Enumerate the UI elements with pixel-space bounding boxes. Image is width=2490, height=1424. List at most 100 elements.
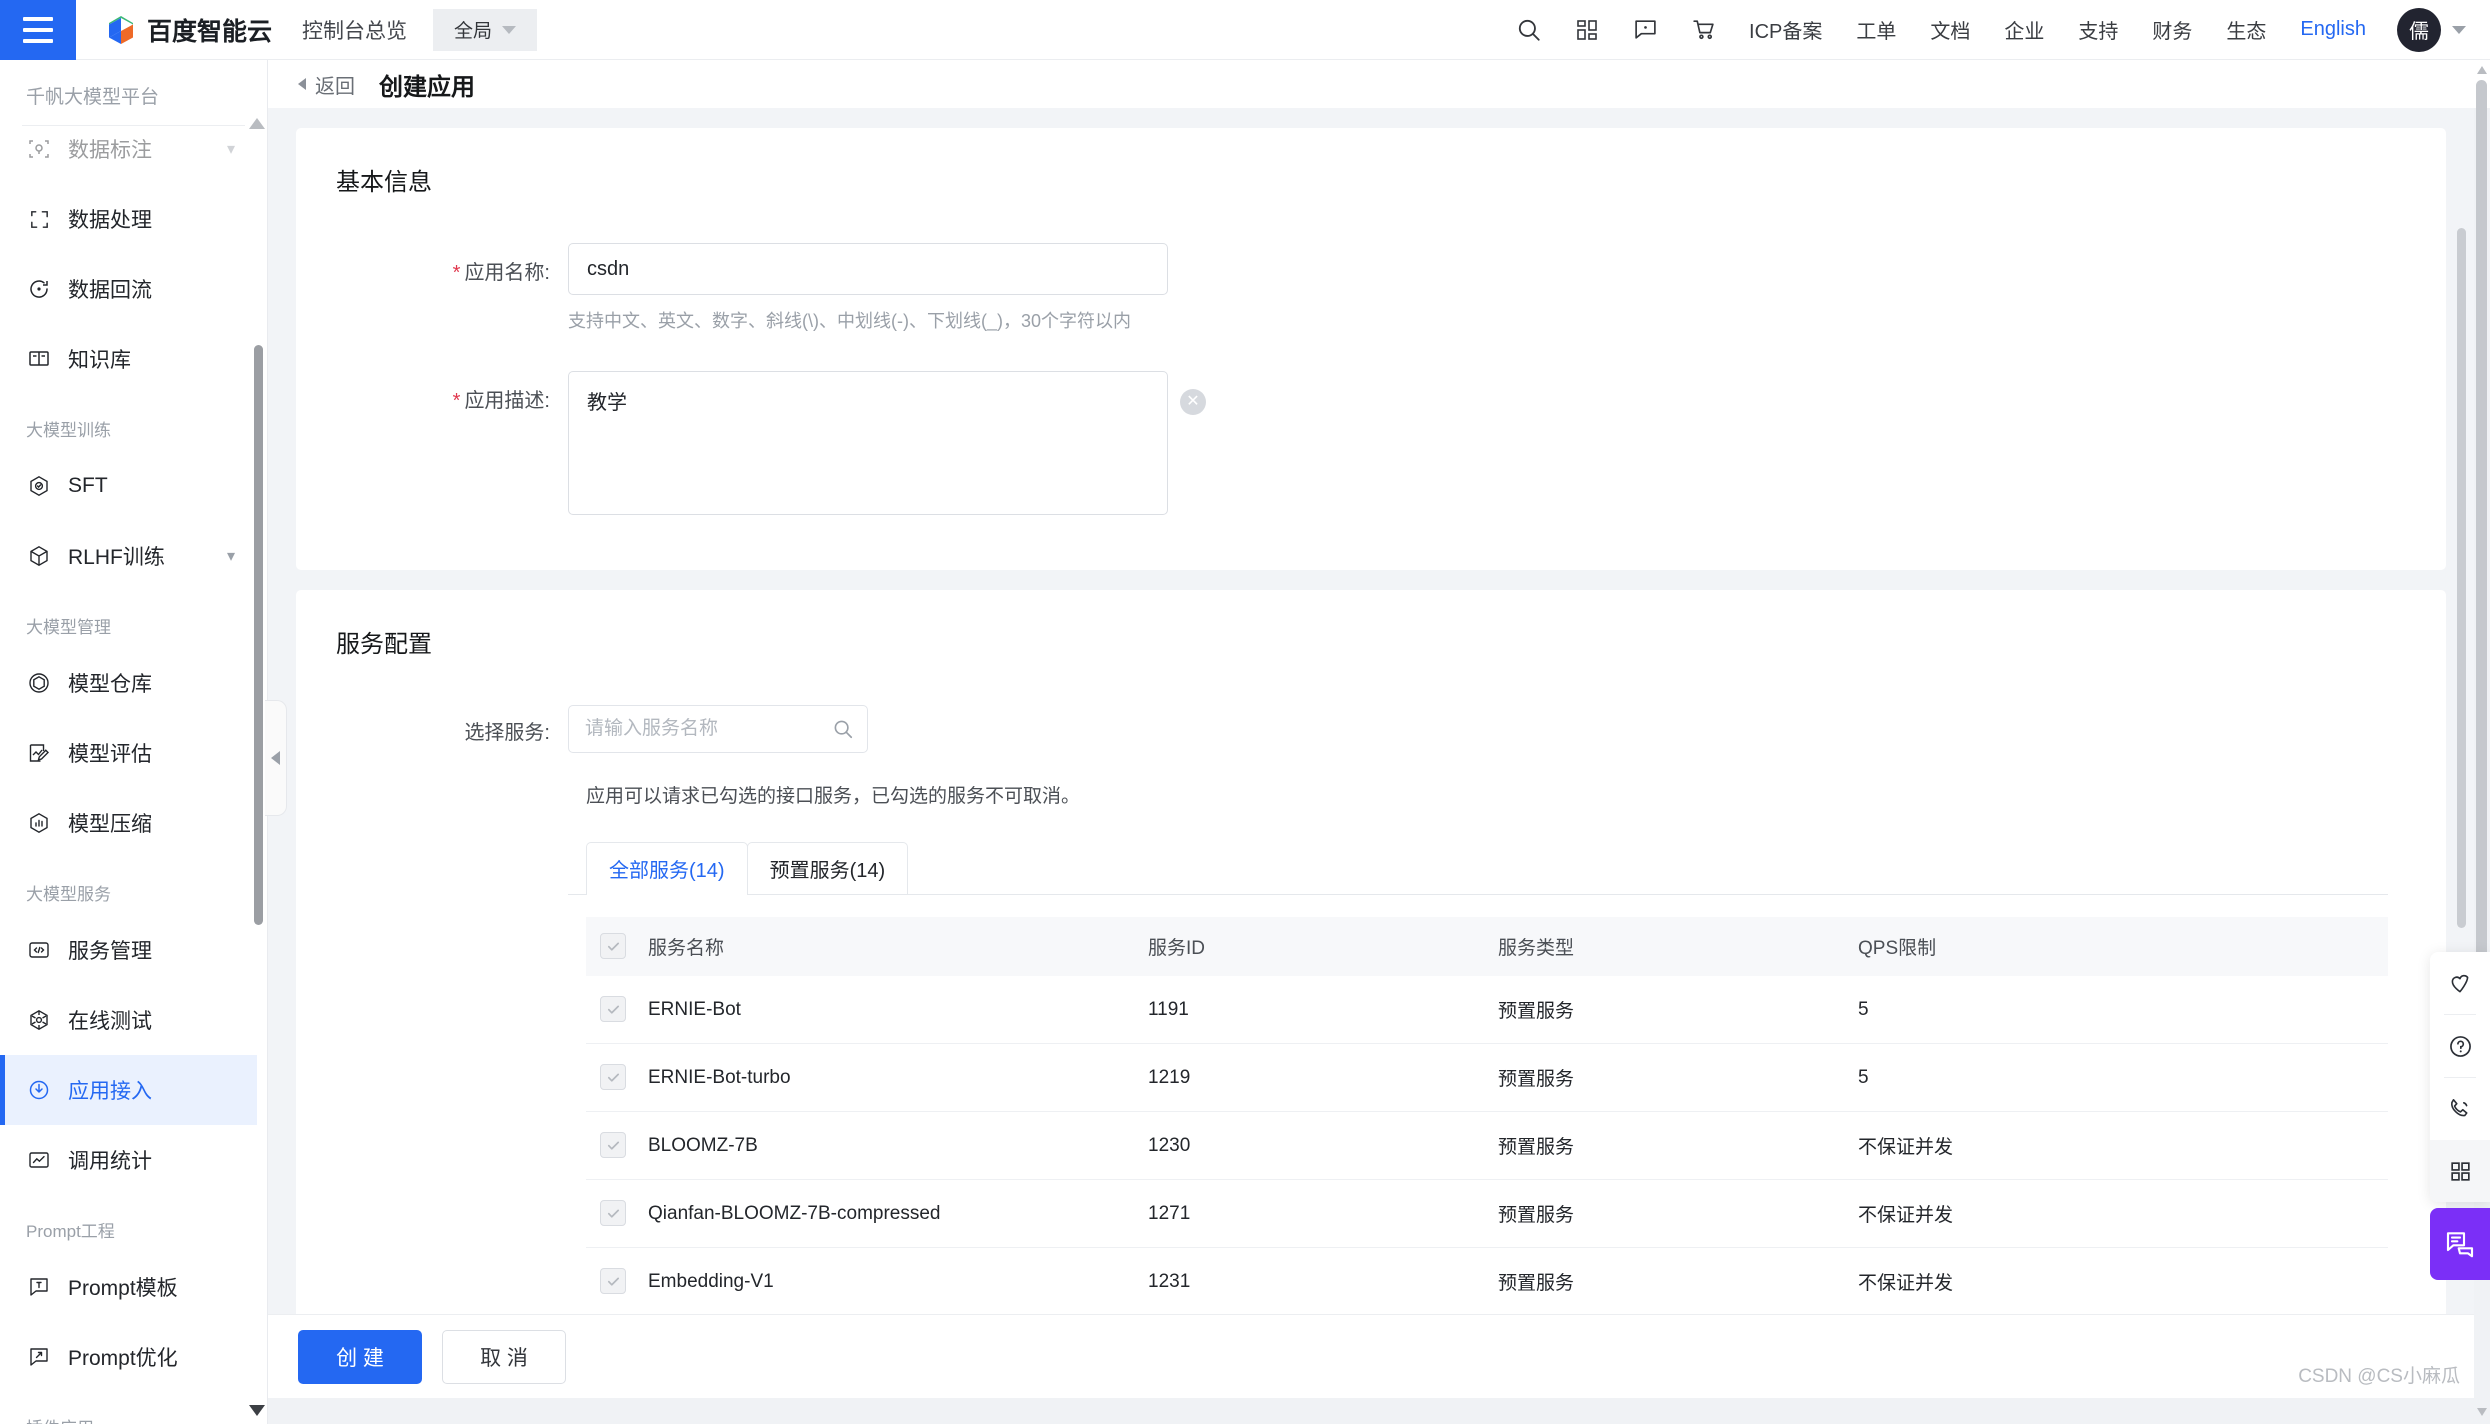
sidebar-item-model-compression[interactable]: 模型压缩 — [0, 788, 257, 858]
scope-dropdown[interactable]: 全局 — [433, 8, 538, 51]
chevron-down-icon[interactable]: ▾ — [227, 139, 235, 159]
app-name-hint: 支持中文、英文、数字、斜线(\)、中划线(-)、下划线(_)，30个字符以内 — [568, 311, 1131, 331]
help-icon[interactable] — [2430, 1015, 2490, 1077]
sidebar-item-online-test[interactable]: 在线测试 — [0, 985, 257, 1055]
basic-info-title: 基本信息 — [336, 169, 432, 196]
sidebar-item-label: 应用接入 — [68, 1080, 152, 1103]
nav-link-icp[interactable]: ICP备案 — [1732, 15, 1839, 44]
nav-link-finance[interactable]: 财务 — [2135, 15, 2209, 44]
cart-icon[interactable] — [1674, 0, 1732, 60]
nav-link-support[interactable]: 支持 — [2061, 15, 2135, 44]
nav-link-ecosystem[interactable]: 生态 — [2209, 15, 2283, 44]
sidebar-item-app-access[interactable]: 应用接入 — [0, 1055, 257, 1125]
chat-icon[interactable] — [2430, 1208, 2490, 1280]
nav-link-enterprise[interactable]: 企业 — [1987, 15, 2061, 44]
tab-preset-services[interactable]: 预置服务(14) — [746, 842, 909, 894]
console-overview-title[interactable]: 控制台总览 — [302, 15, 407, 45]
cell-service-id: 1271 — [1148, 1179, 1498, 1248]
avatar[interactable]: 儒 — [2397, 7, 2441, 52]
cell-qps-limit: 不保证并发 — [1858, 1179, 2388, 1248]
sidebar-item-label: 数据回流 — [68, 279, 152, 302]
sidebar-scrollbar-thumb[interactable] — [254, 345, 263, 925]
sidebar-item-call-statistics[interactable]: 调用统计 — [0, 1125, 257, 1195]
sidebar-item-label: Prompt优化 — [68, 1347, 178, 1370]
app-desc-field-col: ✕ — [568, 371, 2406, 520]
sidebar-collapse-handle[interactable] — [265, 700, 287, 816]
sidebar-item-data-processing[interactable]: 数据处理 — [0, 184, 257, 254]
table-row: BLOOMZ-7B 1230 预置服务 不保证并发 — [586, 1111, 2388, 1180]
service-search-input[interactable] — [568, 705, 868, 753]
scroll-down-arrow-icon[interactable] — [2477, 1408, 2487, 1416]
nav-link-language[interactable]: English — [2283, 18, 2383, 41]
sidebar-item-service-management[interactable]: 服务管理 — [0, 915, 257, 985]
model-compress-icon — [26, 810, 52, 836]
sidebar-item-label: 知识库 — [68, 349, 131, 372]
nav-link-ticket[interactable]: 工单 — [1839, 15, 1913, 44]
sidebar-item-prompt-optimize[interactable]: Prompt优化 — [0, 1322, 257, 1392]
online-test-icon — [26, 1007, 52, 1033]
clear-icon[interactable]: ✕ — [1180, 389, 1206, 415]
cell-qps-limit: 5 — [1858, 976, 2388, 1044]
search-icon[interactable] — [1500, 0, 1558, 60]
cell-service-name: BLOOMZ-7B — [648, 1111, 1148, 1180]
watermark: CSDN @CS小麻瓜 — [2298, 1366, 2460, 1387]
message-icon[interactable] — [1616, 0, 1674, 60]
create-button[interactable]: 创 建 — [298, 1329, 422, 1384]
app-desc-row: *应用描述: ✕ — [336, 371, 2406, 520]
sidebar-item-data-annotation[interactable]: 数据标注 ▾ — [0, 114, 257, 184]
search-icon[interactable] — [832, 718, 854, 745]
sidebar-item-data-return[interactable]: 数据回流 — [0, 254, 257, 324]
cell-qps-limit: 不保证并发 — [1858, 1247, 2388, 1316]
service-select-row: 选择服务: — [336, 705, 2406, 753]
model-repo-icon — [26, 670, 52, 696]
app-name-input[interactable] — [568, 243, 1168, 295]
hamburger-menu-icon[interactable] — [0, 0, 76, 60]
chevron-down-icon — [502, 25, 517, 34]
sidebar-item-knowledge-base[interactable]: 知识库 — [0, 324, 257, 394]
sidebar-scrollbar[interactable] — [254, 160, 263, 1376]
sidebar-item-label: SFT — [68, 474, 108, 497]
service-select-label: 选择服务: — [464, 722, 550, 744]
sidebar-group-service: 大模型服务 — [26, 885, 111, 904]
table-row: ERNIE-Bot 1191 预置服务 5 — [586, 976, 2388, 1044]
row-checkbox-cell — [586, 976, 648, 1044]
sidebar: 千帆大模型平台 数据标注 ▾ 数据处理 数据回流 知识库 大模型训练 SFT R… — [0, 60, 268, 1424]
app-desc-textarea[interactable] — [568, 371, 1168, 515]
phone-icon[interactable] — [2430, 1078, 2490, 1140]
cell-service-name: Qianfan-BLOOMZ-7B-compressed — [648, 1179, 1148, 1248]
call-stats-icon — [26, 1147, 52, 1173]
services-table: 服务名称 服务ID 服务类型 QPS限制 ERNIE-Bot 1191 预置服务… — [568, 917, 2388, 1316]
brand-logo-group[interactable]: 百度智能云 — [104, 12, 272, 48]
sidebar-item-model-evaluation[interactable]: 模型评估 — [0, 718, 257, 788]
table-header-row: 服务名称 服务ID 服务类型 QPS限制 — [586, 917, 2388, 976]
back-button[interactable]: 返回 — [298, 70, 355, 99]
scroll-down-arrow-icon[interactable] — [249, 1405, 265, 1416]
sidebar-item-model-repository[interactable]: 模型仓库 — [0, 648, 257, 718]
apps-icon[interactable] — [1558, 0, 1616, 60]
app-access-icon — [26, 1077, 52, 1103]
knowledge-base-icon — [26, 346, 52, 372]
app-desc-label: * 应用描述: — [336, 371, 568, 413]
cell-qps-limit: 不保证并发 — [1858, 1111, 2388, 1180]
cancel-button[interactable]: 取 消 — [442, 1329, 566, 1384]
app-name-label-text: 应用名称: — [464, 262, 550, 284]
scroll-up-arrow-icon[interactable] — [249, 118, 265, 129]
sidebar-item-rlhf-training[interactable]: RLHF训练 ▾ — [0, 521, 257, 591]
row-checkbox-cell — [586, 1111, 648, 1180]
sidebar-item-prompt-template[interactable]: Prompt模板 — [0, 1252, 257, 1322]
scroll-up-arrow-icon[interactable] — [2477, 66, 2487, 74]
service-search-wrap — [568, 705, 868, 753]
avatar-chevron-down-icon[interactable] — [2452, 25, 2466, 34]
annotation-icon — [26, 136, 52, 162]
tab-all-services[interactable]: 全部服务(14) — [586, 842, 748, 895]
data-return-icon — [26, 276, 52, 302]
apps-grid-icon[interactable] — [2430, 1140, 2490, 1202]
nav-link-docs[interactable]: 文档 — [1913, 15, 1987, 44]
chevron-down-icon[interactable]: ▾ — [227, 546, 235, 566]
sidebar-item-sft[interactable]: SFT — [0, 451, 257, 521]
row-checkbox-cell — [586, 1247, 648, 1316]
favorite-icon[interactable] — [2430, 952, 2490, 1014]
row-checkbox — [600, 1064, 626, 1091]
sidebar-item-label: 在线测试 — [68, 1010, 152, 1033]
content-scrollbar-thumb[interactable] — [2457, 228, 2466, 928]
